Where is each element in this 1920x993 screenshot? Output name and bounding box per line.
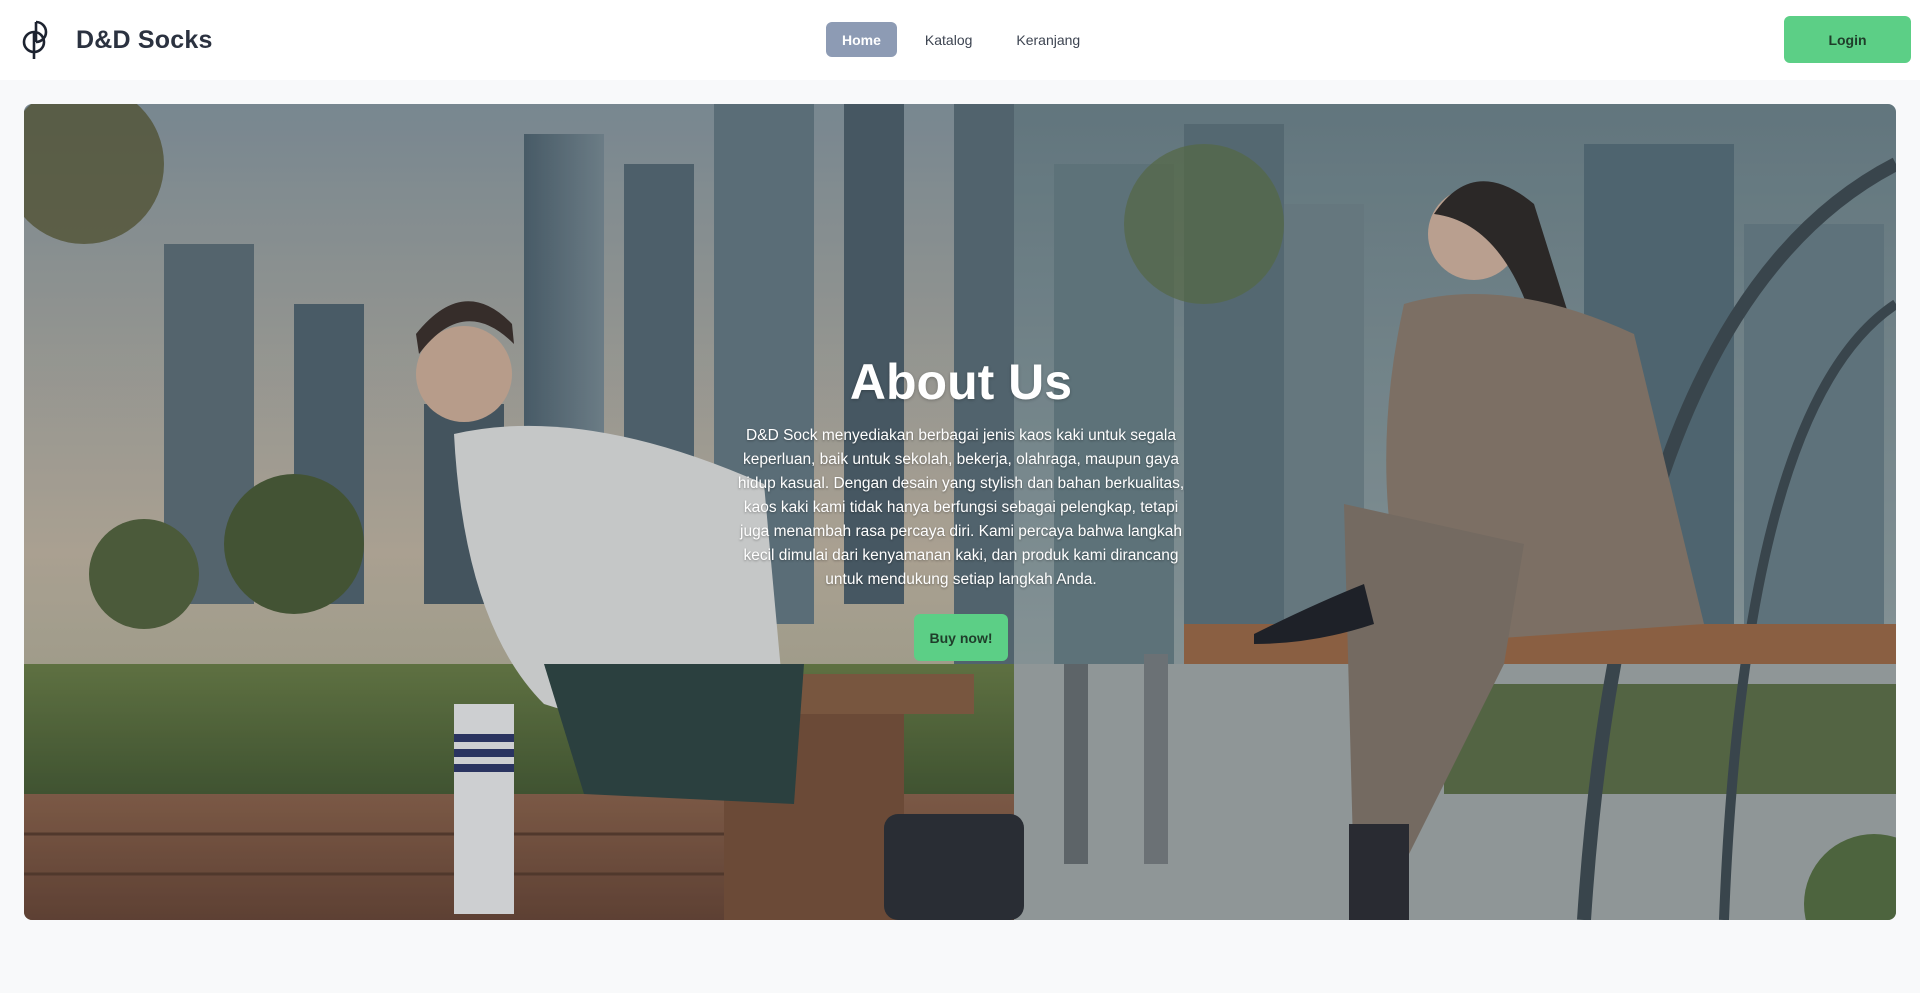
hero-title: About Us xyxy=(849,354,1073,410)
main-nav: Home Katalog Keranjang xyxy=(826,22,1096,57)
dd-socks-logo-icon xyxy=(22,20,48,59)
buy-now-button[interactable]: Buy now! xyxy=(914,614,1008,661)
login-button[interactable]: Login xyxy=(1784,16,1911,63)
hero-content: About Us D&D Sock menyediakan berbagai j… xyxy=(736,352,1186,661)
brand-link[interactable]: D&D Socks xyxy=(22,20,213,60)
navbar: D&D Socks Home Katalog Keranjang Login xyxy=(0,0,1920,80)
nav-link-keranjang[interactable]: Keranjang xyxy=(1000,22,1096,57)
hero-description: D&D Sock menyediakan berbagai jenis kaos… xyxy=(737,427,1185,588)
nav-link-katalog[interactable]: Katalog xyxy=(909,22,988,57)
nav-link-home[interactable]: Home xyxy=(826,22,897,57)
brand-name: D&D Socks xyxy=(76,25,213,54)
about-hero: About Us D&D Sock menyediakan berbagai j… xyxy=(24,104,1896,920)
